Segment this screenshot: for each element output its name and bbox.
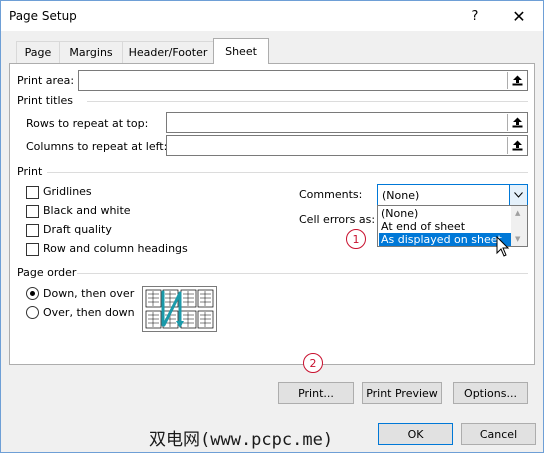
print-heading: Print: [17, 165, 43, 178]
down-then-over-label[interactable]: Down, then over: [43, 287, 134, 300]
page-order-preview-icon: [145, 289, 214, 329]
callout-badge-1: 1: [346, 229, 366, 249]
draft-quality-checkbox[interactable]: [26, 224, 39, 237]
print-area-field[interactable]: [78, 70, 528, 91]
window-title: Page Setup: [9, 9, 77, 23]
collapse-dialog-icon[interactable]: [507, 114, 526, 131]
gridlines-label[interactable]: Gridlines: [43, 185, 92, 198]
gridlines-checkbox[interactable]: [26, 186, 39, 199]
tab-header-footer-label: Header/Footer: [128, 46, 208, 59]
watermark-text: 双电网(www.pcpc.me): [149, 430, 334, 450]
print-area-label: Print area:: [17, 74, 75, 87]
over-then-down-label[interactable]: Over, then down: [43, 306, 135, 319]
close-button[interactable]: ✕: [499, 1, 539, 31]
print-titles-separator: [87, 101, 528, 102]
chevron-down-icon[interactable]: [509, 185, 527, 205]
cell-errors-label: Cell errors as:: [299, 213, 376, 226]
row-column-headings-label[interactable]: Row and column headings: [43, 242, 188, 255]
tab-sheet-label: Sheet: [225, 45, 257, 58]
rows-to-repeat-label: Rows to repeat at top:: [26, 117, 149, 130]
comments-select[interactable]: (None): [377, 184, 528, 206]
tab-margins-label: Margins: [69, 46, 113, 59]
page-order-preview: [142, 286, 217, 332]
tab-sheet[interactable]: Sheet: [213, 38, 269, 64]
tab-page-label: Page: [24, 46, 52, 59]
mouse-cursor-icon: [496, 236, 510, 257]
page-setup-dialog: Page Setup ? ✕ Page Margins Header/Foote…: [0, 0, 544, 453]
print-preview-button[interactable]: Print Preview: [362, 382, 442, 404]
print-titles-heading: Print titles: [17, 94, 74, 107]
draft-quality-label[interactable]: Draft quality: [43, 223, 112, 236]
tab-page[interactable]: Page: [16, 41, 60, 63]
over-then-down-radio[interactable]: [26, 306, 39, 319]
page-order-heading: Page order: [17, 266, 77, 279]
help-button[interactable]: ?: [455, 1, 495, 31]
comments-label: Comments:: [299, 188, 363, 201]
ok-button[interactable]: OK: [378, 423, 453, 445]
callout-badge-2: 2: [303, 353, 323, 373]
tab-margins[interactable]: Margins: [59, 41, 123, 63]
title-bar: Page Setup ? ✕: [1, 1, 543, 31]
comments-value: (None): [382, 189, 420, 202]
page-order-separator: [77, 273, 528, 274]
black-and-white-label[interactable]: Black and white: [43, 204, 131, 217]
scroll-up-icon[interactable]: ▲: [515, 209, 520, 217]
columns-to-repeat-field[interactable]: [166, 135, 528, 156]
down-then-over-radio[interactable]: [26, 287, 39, 300]
dropdown-scrollbar[interactable]: ▲ ▼: [511, 206, 527, 246]
scroll-down-icon[interactable]: ▼: [515, 235, 520, 243]
collapse-dialog-icon[interactable]: [507, 72, 526, 89]
option-as-displayed-on-sheet[interactable]: As displayed on sheet: [379, 233, 511, 246]
rows-to-repeat-field[interactable]: [166, 112, 528, 133]
tab-header-footer[interactable]: Header/Footer: [122, 41, 214, 63]
options-button[interactable]: Options...: [453, 382, 528, 404]
row-column-headings-checkbox[interactable]: [26, 243, 39, 256]
columns-to-repeat-label: Columns to repeat at left:: [26, 140, 168, 153]
black-and-white-checkbox[interactable]: [26, 205, 39, 218]
print-separator: [47, 172, 528, 173]
cancel-button[interactable]: Cancel: [461, 423, 536, 445]
print-button[interactable]: Print...: [278, 382, 354, 404]
option-none[interactable]: (None): [379, 207, 511, 220]
option-at-end-of-sheet[interactable]: At end of sheet: [379, 220, 511, 233]
collapse-dialog-icon[interactable]: [507, 137, 526, 154]
